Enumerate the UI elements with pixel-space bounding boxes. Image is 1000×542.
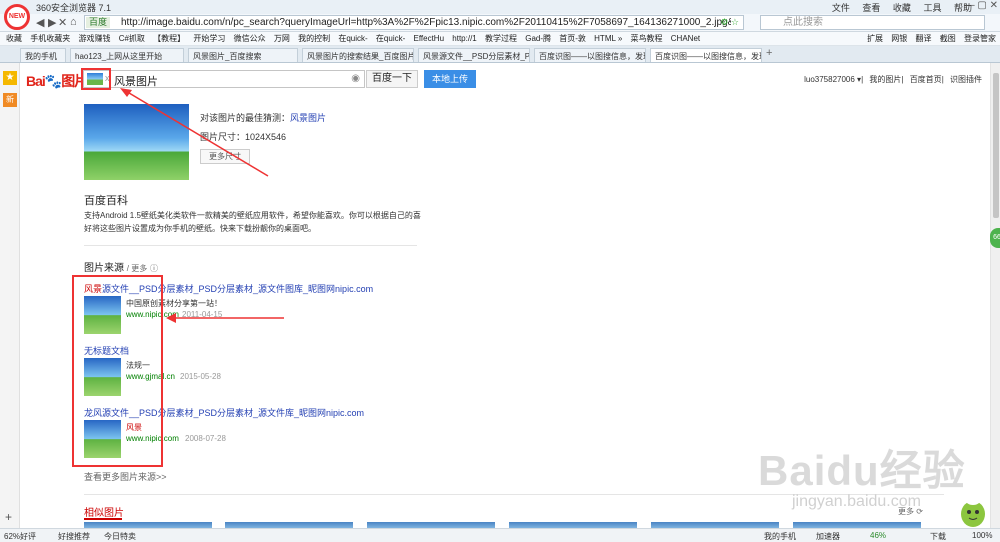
status-bar: 62%好评 好搜推荐 今日特卖 我的手机 加速器 46% 下载 100% xyxy=(0,528,1000,542)
similar-tab-underline xyxy=(84,518,122,520)
arrow-head-1 xyxy=(120,88,132,97)
arrow-line-1 xyxy=(123,89,269,177)
my-phone-status[interactable]: 我的手机 xyxy=(764,531,796,542)
rating-status[interactable]: 62%好评 xyxy=(4,531,36,542)
speed-percent: 46% xyxy=(870,531,887,540)
watermark: Baidu经验 xyxy=(758,447,966,494)
download-status[interactable]: 下载 xyxy=(930,531,946,542)
arrow-head-2 xyxy=(166,313,176,323)
scrollbar-thumb[interactable] xyxy=(993,73,999,218)
mascot-icon xyxy=(961,493,985,527)
page-scrollbar[interactable] xyxy=(990,63,1000,528)
similar-images-heading[interactable]: 相似图片 xyxy=(84,504,124,519)
recommend-status[interactable]: 好搜推荐 xyxy=(58,531,90,542)
watermark-url: jingyan.baidu.com xyxy=(792,493,921,510)
deals-status[interactable]: 今日特卖 xyxy=(104,531,136,542)
side-widget-icon[interactable]: 66 xyxy=(990,228,1000,248)
accelerator-status[interactable]: 加速器 xyxy=(816,531,840,542)
zoom-level[interactable]: 100% xyxy=(972,531,992,540)
browser-logo[interactable]: NEW xyxy=(4,4,30,30)
